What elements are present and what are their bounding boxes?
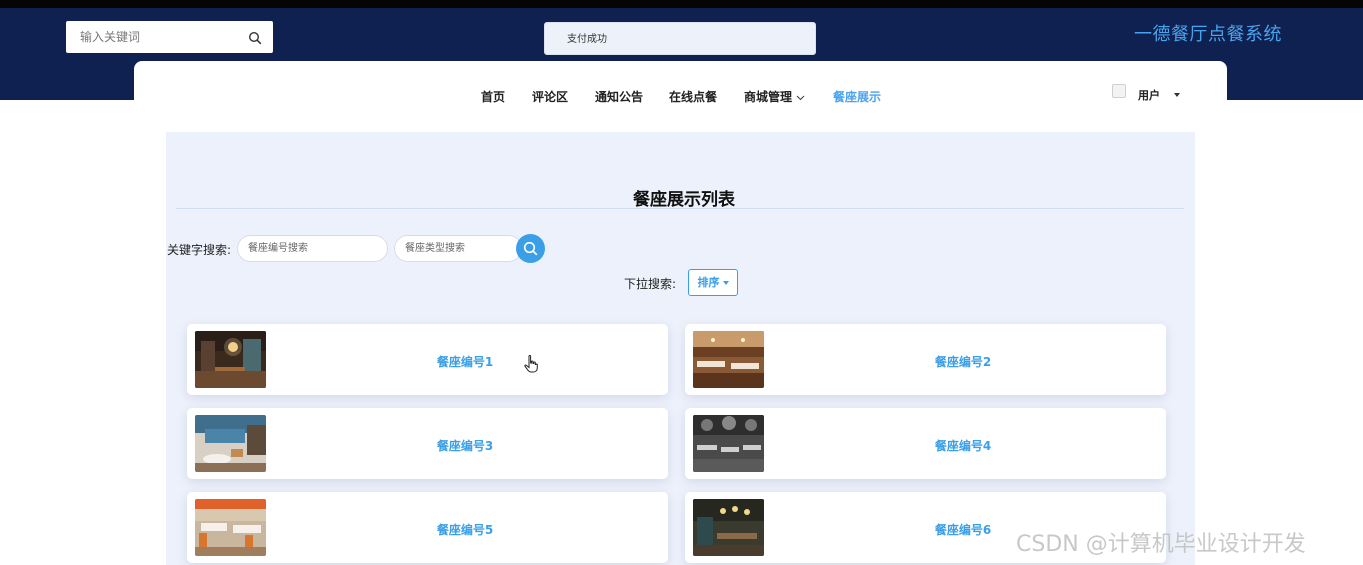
seat-photo [195, 331, 266, 388]
header-search-input[interactable] [66, 21, 244, 53]
user-label: 用户 [1138, 89, 1160, 102]
chevron-down-icon [796, 95, 805, 100]
payment-success-toast: 支付成功 [544, 22, 816, 55]
caret-down-icon [1174, 93, 1180, 97]
nav-comments[interactable]: 评论区 [532, 88, 568, 105]
keyword-search-label: 关键字搜索: [167, 243, 232, 257]
seat-card-title: 餐座编号5 [436, 523, 494, 537]
seat-card[interactable]: 餐座编号4 [685, 408, 1166, 479]
nav-seat-display[interactable]: 餐座展示 [833, 88, 881, 105]
nav-shop-management-label: 商城管理 [744, 90, 793, 104]
watermark: CSDN @计算机毕业设计开发 [1016, 532, 1306, 557]
nav-panel: 首页 评论区 通知公告 在线点餐 商城管理 餐座展示 用户 [134, 61, 1227, 121]
seat-photo [693, 499, 764, 556]
seat-photo [195, 499, 266, 556]
nav-notices[interactable]: 通知公告 [595, 88, 643, 105]
page-title: 餐座展示列表 [633, 190, 735, 210]
header-search[interactable] [66, 21, 273, 53]
seat-card[interactable]: 餐座编号1 [187, 324, 668, 395]
caret-down-icon [722, 281, 729, 285]
content-area: 餐座展示列表 关键字搜索: 下拉搜索: 排序 餐座编号1 [166, 132, 1195, 565]
avatar [1112, 84, 1126, 98]
user-menu[interactable]: 用户 [1112, 84, 1182, 102]
sort-dropdown-button[interactable]: 排序 [688, 269, 738, 296]
seat-type-search-input[interactable] [394, 235, 522, 262]
sort-label: 排序 [697, 276, 720, 289]
seat-photo [195, 415, 266, 472]
site-title: 一德餐厅点餐系统 [1134, 24, 1282, 45]
seat-card-title: 餐座编号2 [934, 355, 992, 369]
seat-photo [693, 415, 764, 472]
hand-pointer-icon [524, 355, 538, 373]
seat-card-title: 餐座编号1 [436, 355, 494, 369]
seat-card-title: 餐座编号4 [934, 439, 992, 453]
seat-card[interactable]: 餐座编号3 [187, 408, 668, 479]
seat-card-title: 餐座编号3 [436, 439, 494, 453]
nav-home[interactable]: 首页 [481, 88, 505, 105]
seat-card[interactable]: 餐座编号5 [187, 492, 668, 563]
nav-online-order[interactable]: 在线点餐 [669, 88, 717, 105]
seat-photo [693, 331, 764, 388]
seat-number-search-input[interactable] [237, 235, 388, 262]
search-button[interactable] [516, 234, 545, 263]
search-icon[interactable] [248, 30, 262, 45]
title-divider [176, 208, 1184, 209]
nav-shop-management[interactable]: 商城管理 [744, 88, 805, 105]
dropdown-search-label: 下拉搜索: [624, 277, 677, 291]
search-icon [523, 241, 538, 256]
top-strip [0, 0, 1363, 8]
seat-card[interactable]: 餐座编号2 [685, 324, 1166, 395]
